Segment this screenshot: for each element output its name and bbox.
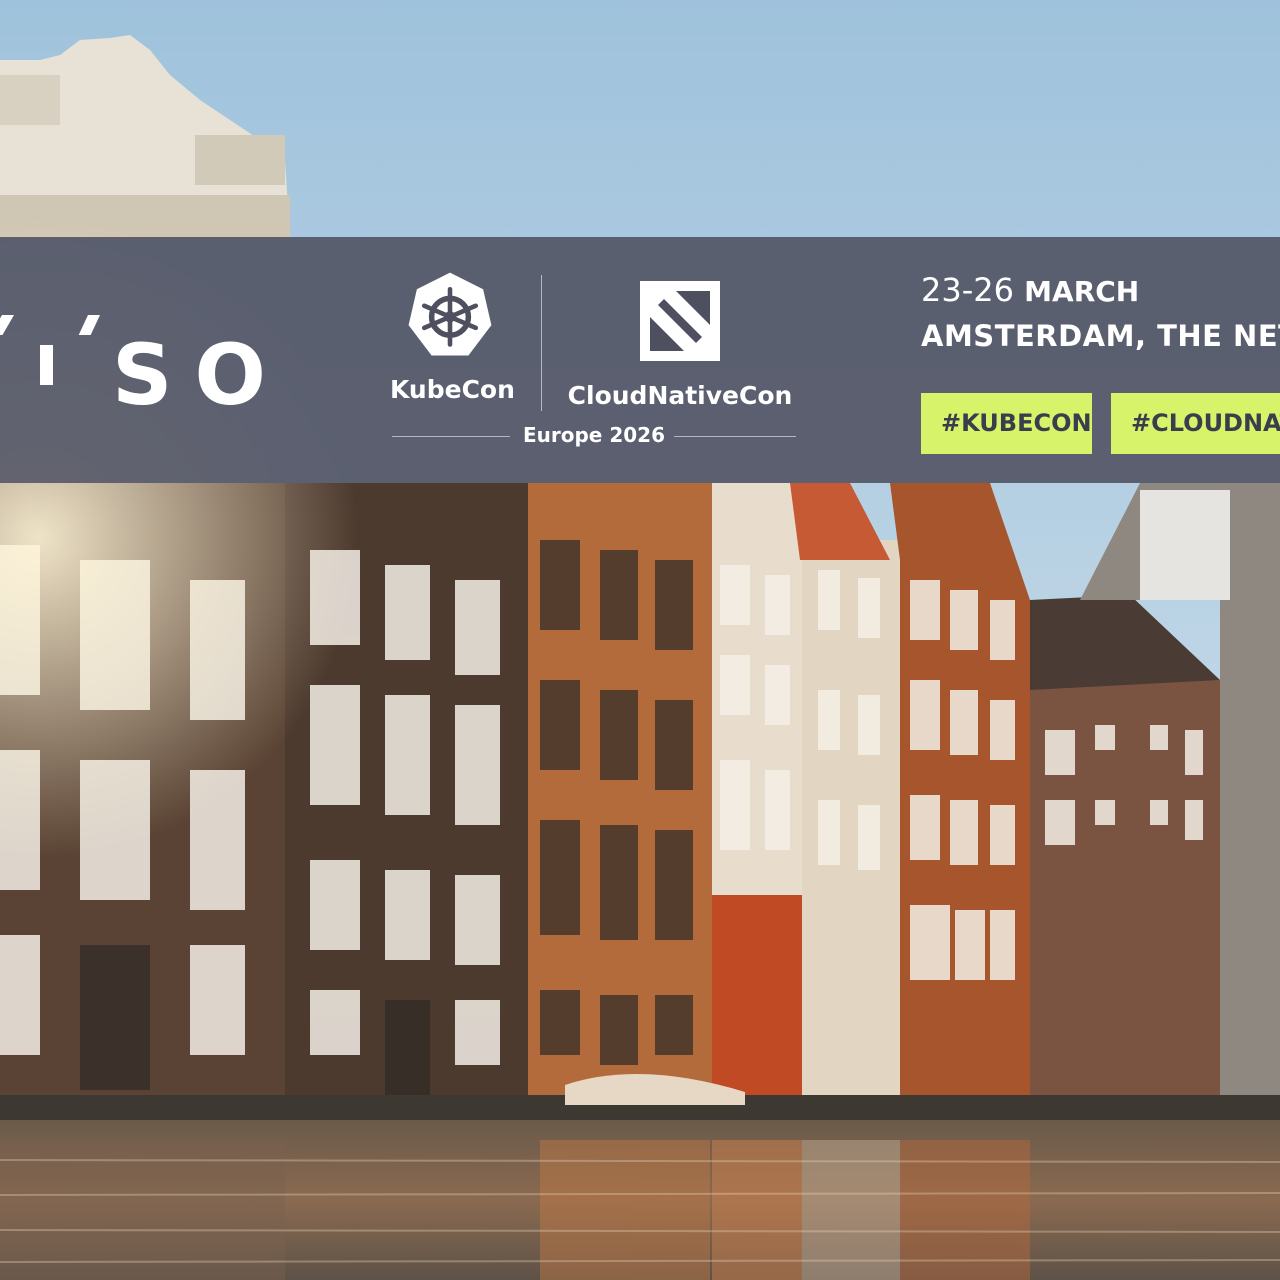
event-banner: SO KubeCon CloudNativeCon Europe 2026 23… xyxy=(0,237,1280,483)
kubernetes-helm-icon xyxy=(408,272,492,356)
sponsor-logo-text: SO xyxy=(112,326,288,424)
sponsor-logo: SO xyxy=(112,333,288,453)
sponsor-logo-marks xyxy=(0,315,100,385)
logo-divider xyxy=(541,275,542,411)
cloudnativecon-icon xyxy=(640,281,720,361)
amsterdam-canal-photo xyxy=(0,0,1280,1280)
event-date-days: 23-26 xyxy=(921,271,1014,309)
event-date-month: MARCH xyxy=(1024,275,1140,308)
cloudnativecon-label: CloudNativeCon xyxy=(567,381,793,410)
hashtag-cloudnativecon: #CLOUDNATI xyxy=(1111,393,1280,454)
kubecon-label: KubeCon xyxy=(390,375,515,404)
kubecon-logo: KubeCon xyxy=(390,269,515,404)
event-date: 23-26 MARCH xyxy=(921,271,1139,309)
hashtag-kubecon: #KUBECON xyxy=(921,393,1092,454)
event-location: AMSTERDAM, THE NETH xyxy=(921,319,1280,353)
edition-label: Europe 2026 xyxy=(522,423,665,447)
edition-row: Europe 2026 xyxy=(392,423,796,451)
cloudnativecon-logo: CloudNativeCon xyxy=(562,281,798,410)
